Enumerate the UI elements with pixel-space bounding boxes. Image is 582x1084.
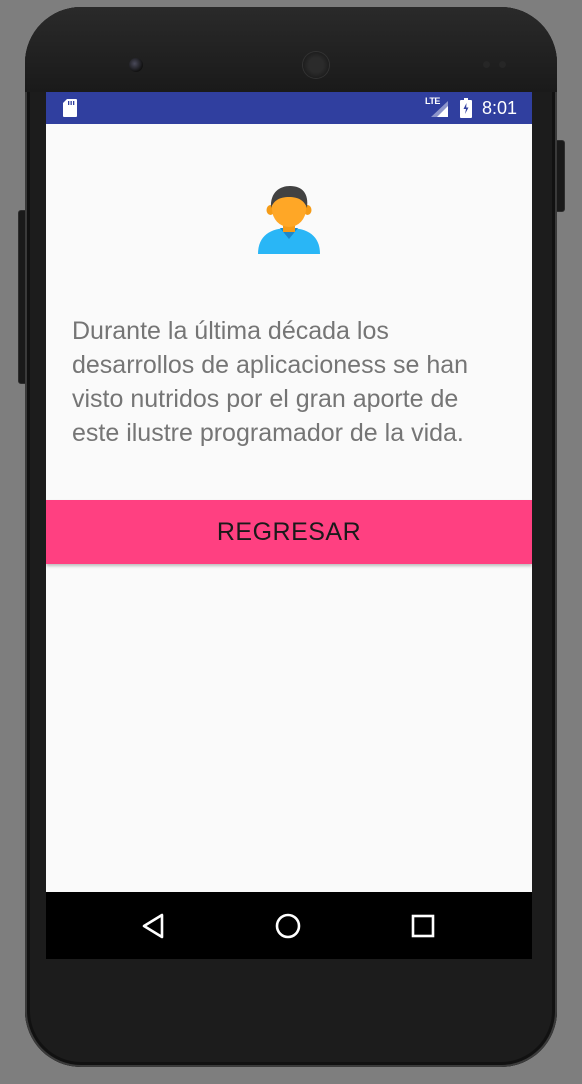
emulator-background: LTE 8:01 Durante la última década los de… xyxy=(0,0,582,1084)
home-icon[interactable] xyxy=(268,906,308,946)
regresar-button[interactable]: REGRESAR xyxy=(46,500,532,564)
battery-icon xyxy=(460,98,472,118)
description-text: Durante la última década los desarrollos… xyxy=(72,317,469,447)
power-button xyxy=(556,140,565,212)
sd-card-icon xyxy=(63,99,77,117)
status-bar: LTE 8:01 xyxy=(46,92,532,124)
status-clock: 8:01 xyxy=(482,98,518,118)
back-icon[interactable] xyxy=(134,906,174,946)
person-avatar-icon xyxy=(258,186,320,254)
proximity-sensor xyxy=(483,61,490,68)
phone-top-bezel xyxy=(25,7,557,92)
light-sensor xyxy=(499,61,506,68)
earpiece-speaker xyxy=(303,52,329,78)
front-camera xyxy=(129,58,143,72)
signal-icon xyxy=(431,101,448,117)
recents-icon[interactable] xyxy=(403,906,443,946)
app-screen: LTE 8:01 Durante la última década los de… xyxy=(46,92,532,959)
navigation-bar xyxy=(46,892,532,959)
